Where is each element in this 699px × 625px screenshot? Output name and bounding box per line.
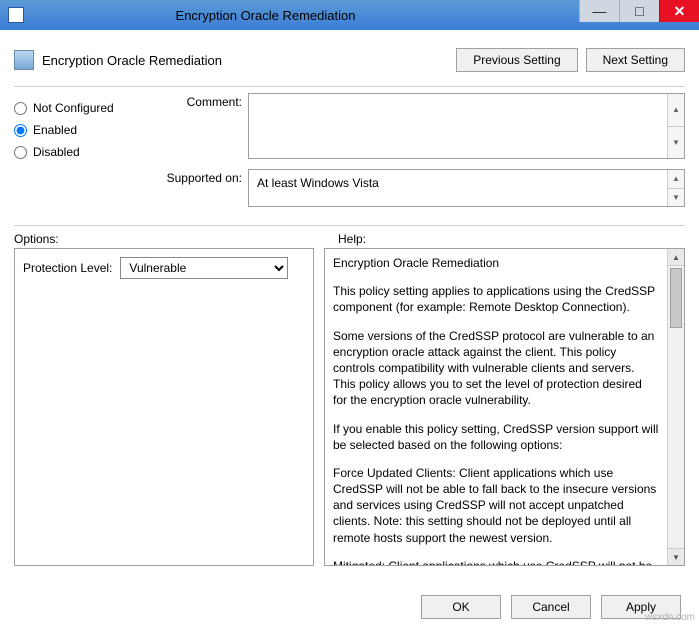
radio-disabled-label: Disabled: [33, 145, 80, 159]
comment-scrollbar[interactable]: ▲ ▼: [667, 94, 684, 158]
config-area: Not Configured Enabled Disabled Comment:…: [14, 93, 685, 217]
policy-title: Encryption Oracle Remediation: [42, 53, 222, 68]
scroll-track[interactable]: [668, 266, 684, 548]
scroll-down-icon[interactable]: ▼: [668, 548, 684, 565]
radio-enabled-label: Enabled: [33, 123, 77, 137]
supported-value: At least Windows Vista: [249, 170, 667, 206]
help-content: Encryption Oracle Remediation This polic…: [325, 249, 667, 565]
scroll-up-icon[interactable]: ▲: [668, 170, 684, 189]
state-radios: Not Configured Enabled Disabled: [14, 93, 142, 217]
scroll-thumb[interactable]: [670, 268, 682, 328]
next-setting-button[interactable]: Next Setting: [586, 48, 685, 72]
window-controls: — □ ✕: [579, 0, 699, 30]
dialog-body: Encryption Oracle Remediation Previous S…: [0, 30, 699, 566]
watermark: wsxdn.com: [645, 612, 695, 623]
radio-enabled-input[interactable]: [14, 124, 27, 137]
ok-button[interactable]: OK: [421, 595, 501, 619]
help-title: Encryption Oracle Remediation: [333, 255, 659, 271]
protection-level-select[interactable]: Vulnerable: [120, 257, 288, 279]
radio-disabled-input[interactable]: [14, 146, 27, 159]
maximize-button[interactable]: □: [619, 0, 659, 22]
scroll-down-icon[interactable]: ▼: [668, 127, 684, 159]
comment-label: Comment:: [162, 93, 248, 159]
footer-buttons: OK Cancel Apply: [421, 595, 681, 619]
window-title: Encryption Oracle Remediation: [0, 8, 579, 23]
help-paragraph: If you enable this policy setting, CredS…: [333, 421, 659, 453]
radio-enabled[interactable]: Enabled: [14, 123, 142, 137]
separator: [14, 225, 685, 226]
options-section-label: Options:: [14, 232, 338, 246]
help-paragraph: Some versions of the CredSSP protocol ar…: [333, 328, 659, 409]
policy-icon: [14, 50, 34, 70]
help-paragraph: This policy setting applies to applicati…: [333, 283, 659, 315]
previous-setting-button[interactable]: Previous Setting: [456, 48, 577, 72]
radio-not-configured-input[interactable]: [14, 102, 27, 115]
minimize-button[interactable]: —: [579, 0, 619, 22]
help-paragraph: Force Updated Clients: Client applicatio…: [333, 465, 659, 546]
help-section-label: Help:: [338, 232, 366, 246]
cancel-button[interactable]: Cancel: [511, 595, 591, 619]
help-paragraph: Mitigated: Client applications which use…: [333, 558, 659, 565]
radio-disabled[interactable]: Disabled: [14, 145, 142, 159]
help-panel: Encryption Oracle Remediation This polic…: [324, 248, 685, 566]
titlebar: Encryption Oracle Remediation — □ ✕: [0, 0, 699, 30]
supported-scrollbar[interactable]: ▲ ▼: [667, 170, 684, 206]
scroll-down-icon[interactable]: ▼: [668, 189, 684, 207]
supported-label: Supported on:: [162, 169, 248, 207]
header-row: Encryption Oracle Remediation Previous S…: [14, 48, 685, 72]
close-button[interactable]: ✕: [659, 0, 699, 22]
radio-not-configured[interactable]: Not Configured: [14, 101, 142, 115]
options-panel: Protection Level: Vulnerable: [14, 248, 314, 566]
comment-textarea[interactable]: [249, 94, 667, 158]
scroll-up-icon[interactable]: ▲: [668, 94, 684, 127]
scroll-up-icon[interactable]: ▲: [668, 249, 684, 266]
separator: [14, 86, 685, 87]
radio-not-configured-label: Not Configured: [33, 101, 114, 115]
protection-level-label: Protection Level:: [23, 261, 112, 275]
help-scrollbar[interactable]: ▲ ▼: [667, 249, 684, 565]
